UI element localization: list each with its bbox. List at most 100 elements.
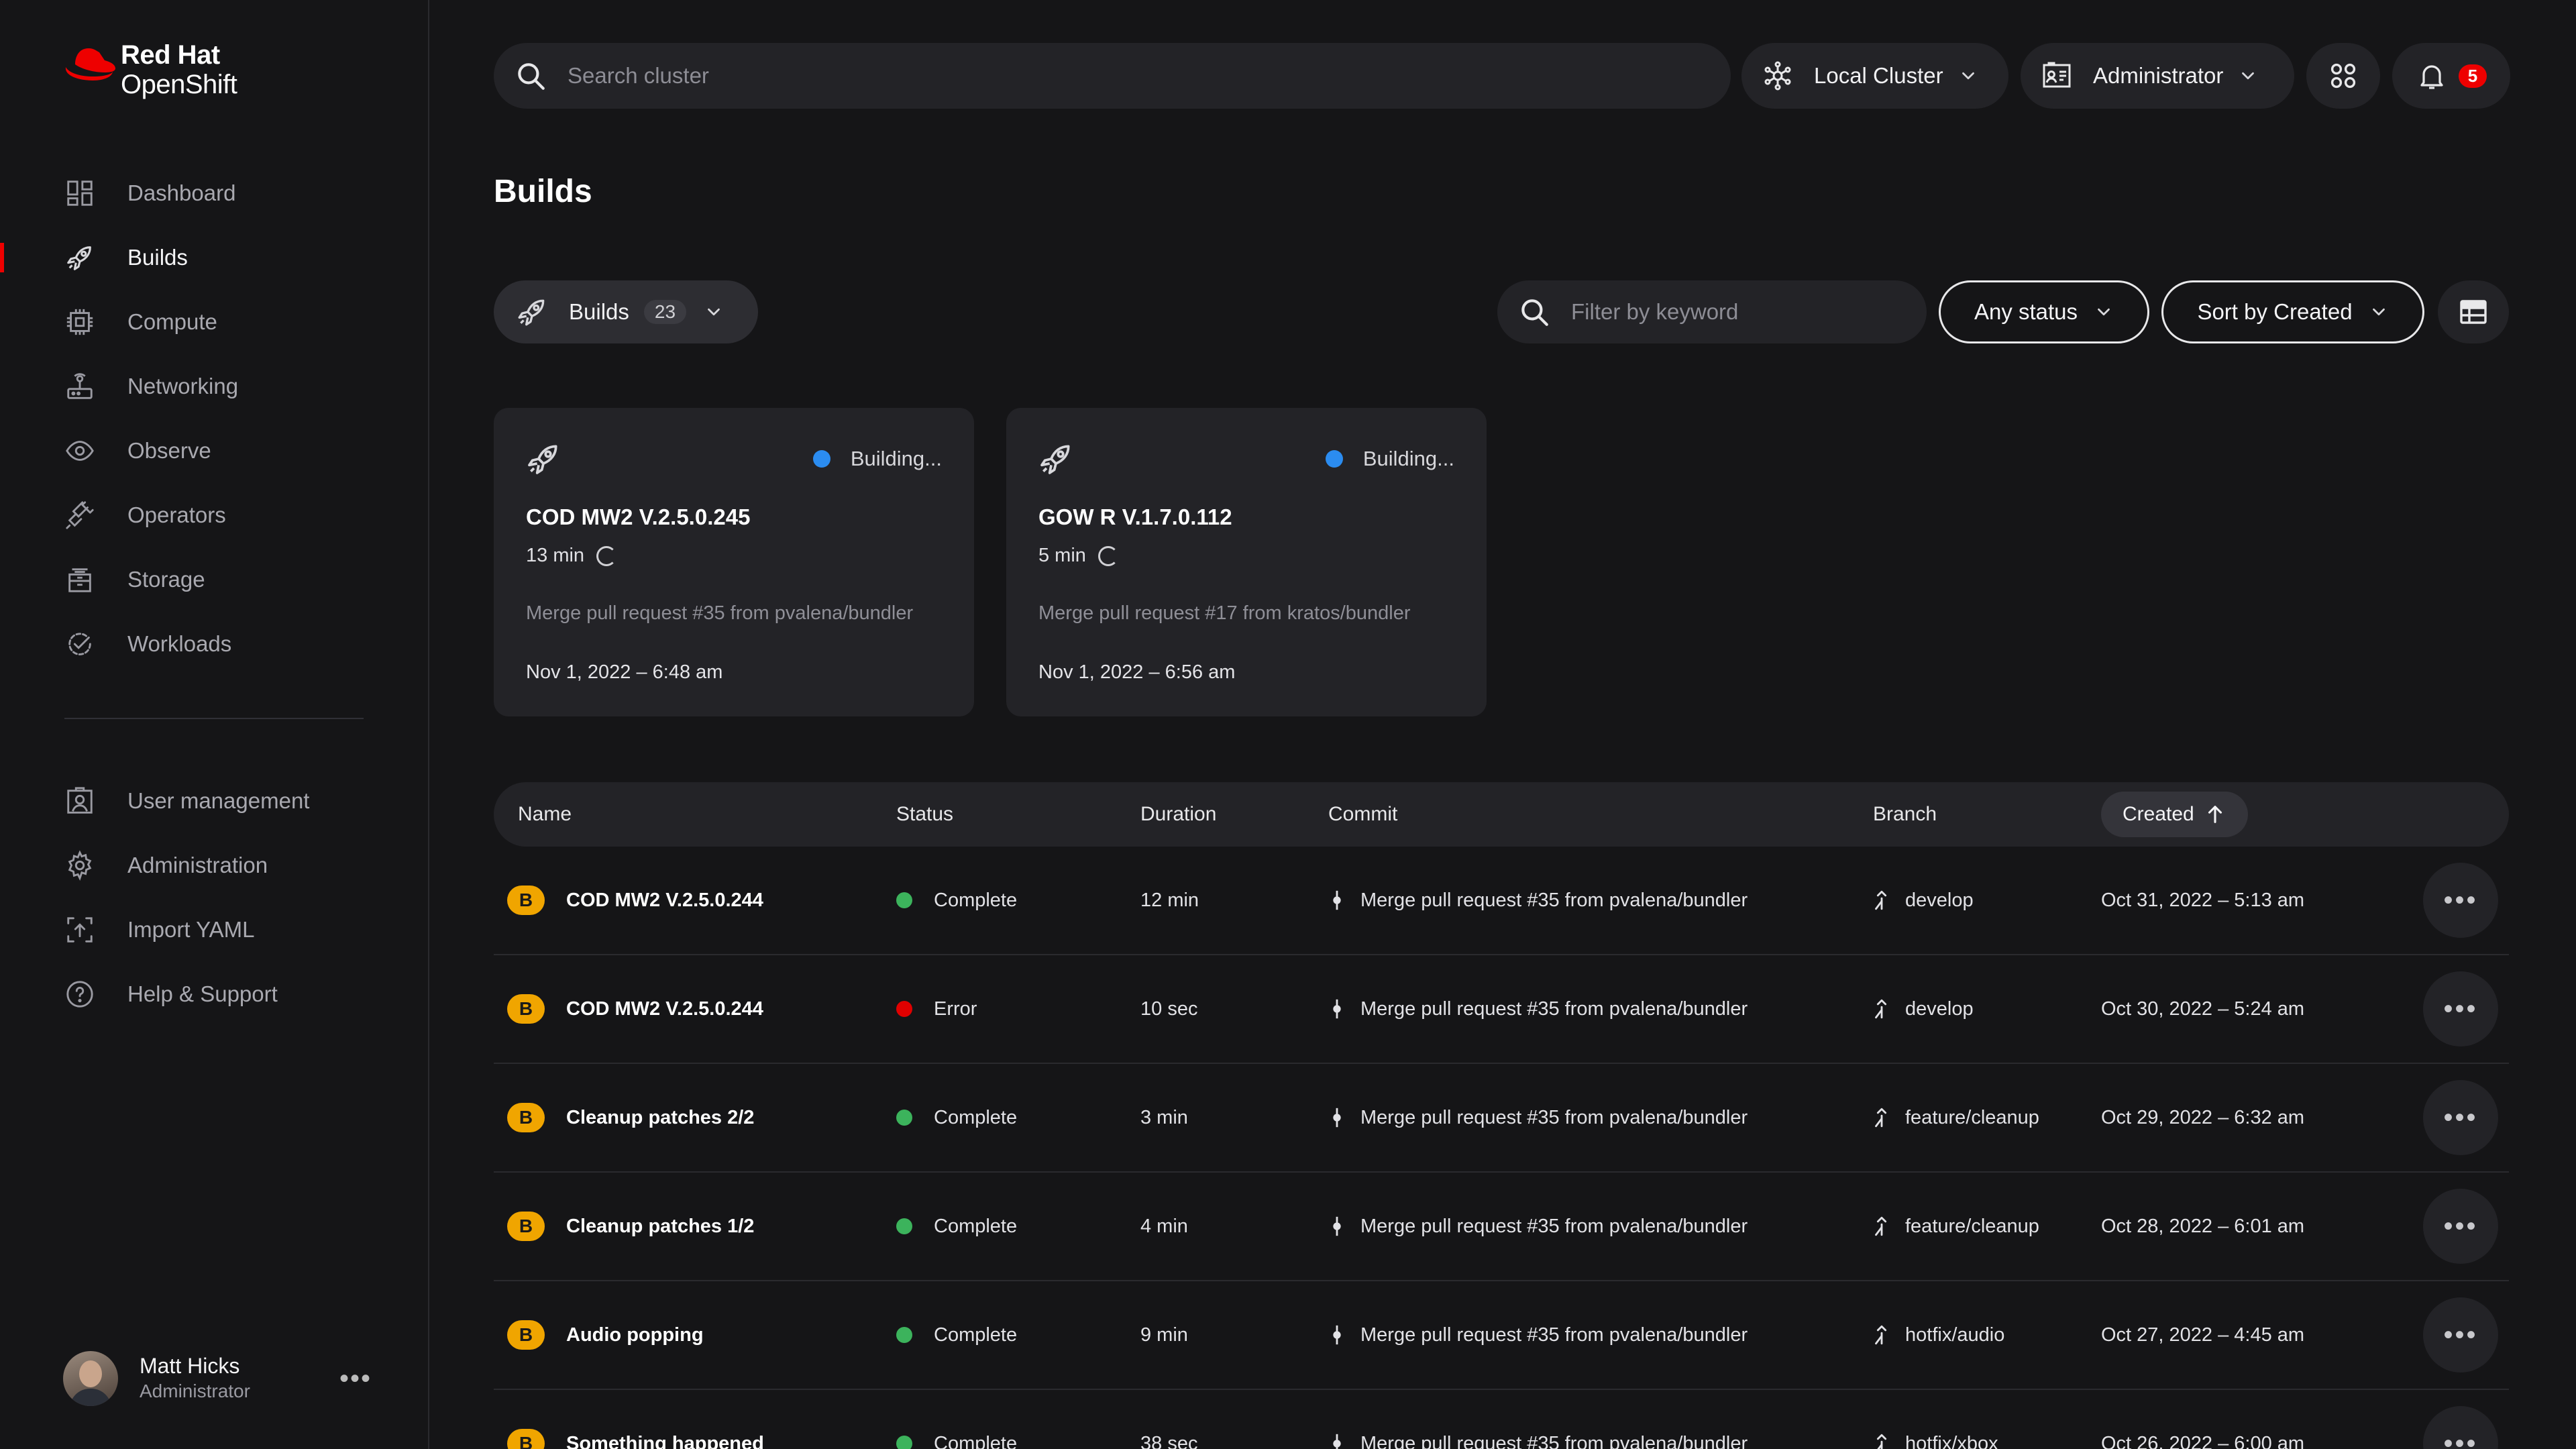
commit-icon — [1333, 1216, 1341, 1236]
perspective-selector[interactable]: Administrator — [2021, 43, 2294, 109]
table-row[interactable]: B Audio popping Complete 9 min Merge pul… — [494, 1281, 2509, 1390]
commit-message: Merge pull request #35 from pvalena/bund… — [1360, 889, 1748, 911]
sidebar-item-label: Compute — [127, 309, 217, 334]
search-cluster-bar[interactable] — [494, 43, 1731, 109]
build-name[interactable]: Cleanup patches 2/2 — [566, 1064, 754, 1171]
table-row[interactable]: B COD MW2 V.2.5.0.244 Complete 12 min Me… — [494, 847, 2509, 955]
sidebar-item-workloads[interactable]: Workloads — [0, 612, 429, 676]
status-filter-dropdown[interactable]: Any status — [1939, 280, 2149, 343]
eye-icon — [66, 441, 94, 461]
sidebar-item-label: User management — [127, 788, 310, 813]
sidebar-item-observe[interactable]: Observe — [0, 419, 429, 483]
status-dot — [896, 1001, 912, 1017]
sidebar-item-label: Dashboard — [127, 180, 236, 205]
build-branch: feature/cleanup — [1870, 1064, 2039, 1171]
status-dot — [896, 1436, 912, 1449]
build-duration: 3 min — [1140, 1106, 1188, 1128]
notifications-button[interactable]: 5 — [2392, 43, 2510, 109]
sort-dropdown[interactable]: Sort by Created — [2161, 280, 2424, 343]
row-actions-button[interactable]: ••• — [2423, 863, 2498, 938]
user-profile[interactable]: Matt Hicks Administrator ••• — [63, 1351, 372, 1406]
build-status-label: Building... — [1362, 447, 1454, 470]
column-header-created-label: Created — [2123, 803, 2194, 825]
sidebar-item-networking[interactable]: Networking — [0, 354, 429, 419]
sidebar-item-administration[interactable]: Administration — [0, 833, 429, 898]
commit-icon — [1333, 1108, 1341, 1128]
column-header-duration[interactable]: Duration — [1140, 782, 1216, 847]
column-header-branch[interactable]: Branch — [1873, 782, 1937, 847]
row-actions-button[interactable]: ••• — [2423, 1189, 2498, 1264]
app-launcher-button[interactable] — [2306, 43, 2380, 109]
table-row[interactable]: B Something happened Complete 38 sec Mer… — [494, 1390, 2509, 1449]
build-name[interactable]: Audio popping — [566, 1281, 704, 1389]
table-row[interactable]: B Cleanup patches 2/2 Complete 3 min Mer… — [494, 1064, 2509, 1173]
bell-icon — [2420, 65, 2443, 89]
sidebar-item-user-management[interactable]: User management — [0, 769, 429, 833]
build-name[interactable]: Something happened — [566, 1390, 764, 1449]
column-header-created[interactable]: Created — [2101, 792, 2248, 837]
build-name[interactable]: COD MW2 V.2.5.0.244 — [566, 847, 763, 954]
sidebar-item-operators[interactable]: Operators — [0, 483, 429, 547]
chevron-down-icon — [704, 302, 724, 322]
sidebar-item-storage[interactable]: Storage — [0, 547, 429, 612]
active-build-card[interactable]: Building... GOW R V.1.7.0.112 5 min Merg… — [1006, 408, 1487, 716]
branch-icon — [1875, 890, 1887, 910]
table-row[interactable]: B COD MW2 V.2.5.0.244 Error 10 sec Merge… — [494, 955, 2509, 1064]
sidebar-item-compute[interactable]: Compute — [0, 290, 429, 354]
sidebar-item-label: Help & Support — [127, 981, 278, 1006]
rocket-icon — [525, 440, 562, 478]
column-header-commit[interactable]: Commit — [1328, 782, 1397, 847]
build-created: Oct 28, 2022 – 6:01 am — [2101, 1215, 2305, 1237]
active-build-card[interactable]: Building... COD MW2 V.2.5.0.245 13 min M… — [494, 408, 974, 716]
search-icon — [514, 59, 547, 93]
build-duration: 10 sec — [1140, 998, 1198, 1020]
column-header-name[interactable]: Name — [518, 782, 572, 847]
help-icon — [66, 981, 93, 1008]
build-created: Oct 29, 2022 – 6:32 am — [2101, 1106, 2305, 1128]
table-row[interactable]: B Cleanup patches 1/2 Complete 4 min Mer… — [494, 1173, 2509, 1281]
build-duration: 4 min — [1140, 1215, 1188, 1237]
keyword-filter[interactable] — [1497, 280, 1927, 343]
build-type-cell: B — [507, 1173, 545, 1280]
table-icon — [2460, 300, 2487, 324]
build-type-badge: B — [507, 994, 545, 1024]
row-actions-button[interactable]: ••• — [2423, 1297, 2498, 1373]
more-icon[interactable]: ••• — [339, 1364, 372, 1394]
row-actions-button[interactable]: ••• — [2423, 971, 2498, 1046]
build-commit: Merge pull request #17 from kratos/bundl… — [1038, 602, 1411, 624]
chevron-down-icon — [2369, 302, 2389, 322]
rocket-icon — [1037, 440, 1075, 478]
row-actions-button[interactable]: ••• — [2423, 1406, 2498, 1449]
build-status-label: Complete — [934, 1432, 1018, 1449]
build-status: Building... — [1325, 447, 1454, 471]
cluster-selector[interactable]: Local Cluster — [1741, 43, 2008, 109]
build-name[interactable]: COD MW2 V.2.5.0.244 — [566, 955, 763, 1063]
branch-name: develop — [1905, 998, 1974, 1020]
keyword-filter-input[interactable] — [1571, 299, 1893, 325]
table-view-toggle[interactable] — [2438, 280, 2509, 343]
build-name[interactable]: Cleanup patches 1/2 — [566, 1173, 754, 1280]
build-branch: develop — [1870, 955, 1974, 1063]
build-type-cell: B — [507, 1390, 545, 1449]
builds-count-badge: 23 — [643, 300, 687, 324]
sidebar-item-dashboard[interactable]: Dashboard — [0, 161, 429, 225]
column-header-status[interactable]: Status — [896, 782, 953, 847]
cluster-label: Local Cluster — [1814, 63, 1943, 88]
row-actions-button[interactable]: ••• — [2423, 1080, 2498, 1155]
status-dot — [812, 450, 830, 468]
build-created: Oct 27, 2022 – 4:45 am — [2101, 1324, 2305, 1346]
build-status-label: Complete — [934, 1106, 1018, 1128]
build-commit: Merge pull request #35 from pvalena/bund… — [1326, 1390, 1748, 1449]
build-status: Complete — [896, 1064, 1017, 1171]
build-commit: Merge pull request #35 from pvalena/bund… — [1326, 1281, 1748, 1389]
branch-icon — [1876, 1434, 1887, 1449]
search-cluster-input[interactable] — [568, 63, 1641, 89]
resource-type-dropdown[interactable]: Builds 23 — [494, 280, 758, 343]
build-status: Error — [896, 955, 977, 1063]
perspective-label: Administrator — [2093, 63, 2224, 88]
sidebar-item-builds[interactable]: Builds — [0, 225, 429, 290]
sidebar-item-import-yaml[interactable]: Import YAML — [0, 898, 429, 962]
sidebar-item-help-support[interactable]: Help & Support — [0, 962, 429, 1026]
brand-logo[interactable]: Red Hat OpenShift — [62, 40, 237, 99]
resource-type-label: Builds — [569, 299, 629, 324]
